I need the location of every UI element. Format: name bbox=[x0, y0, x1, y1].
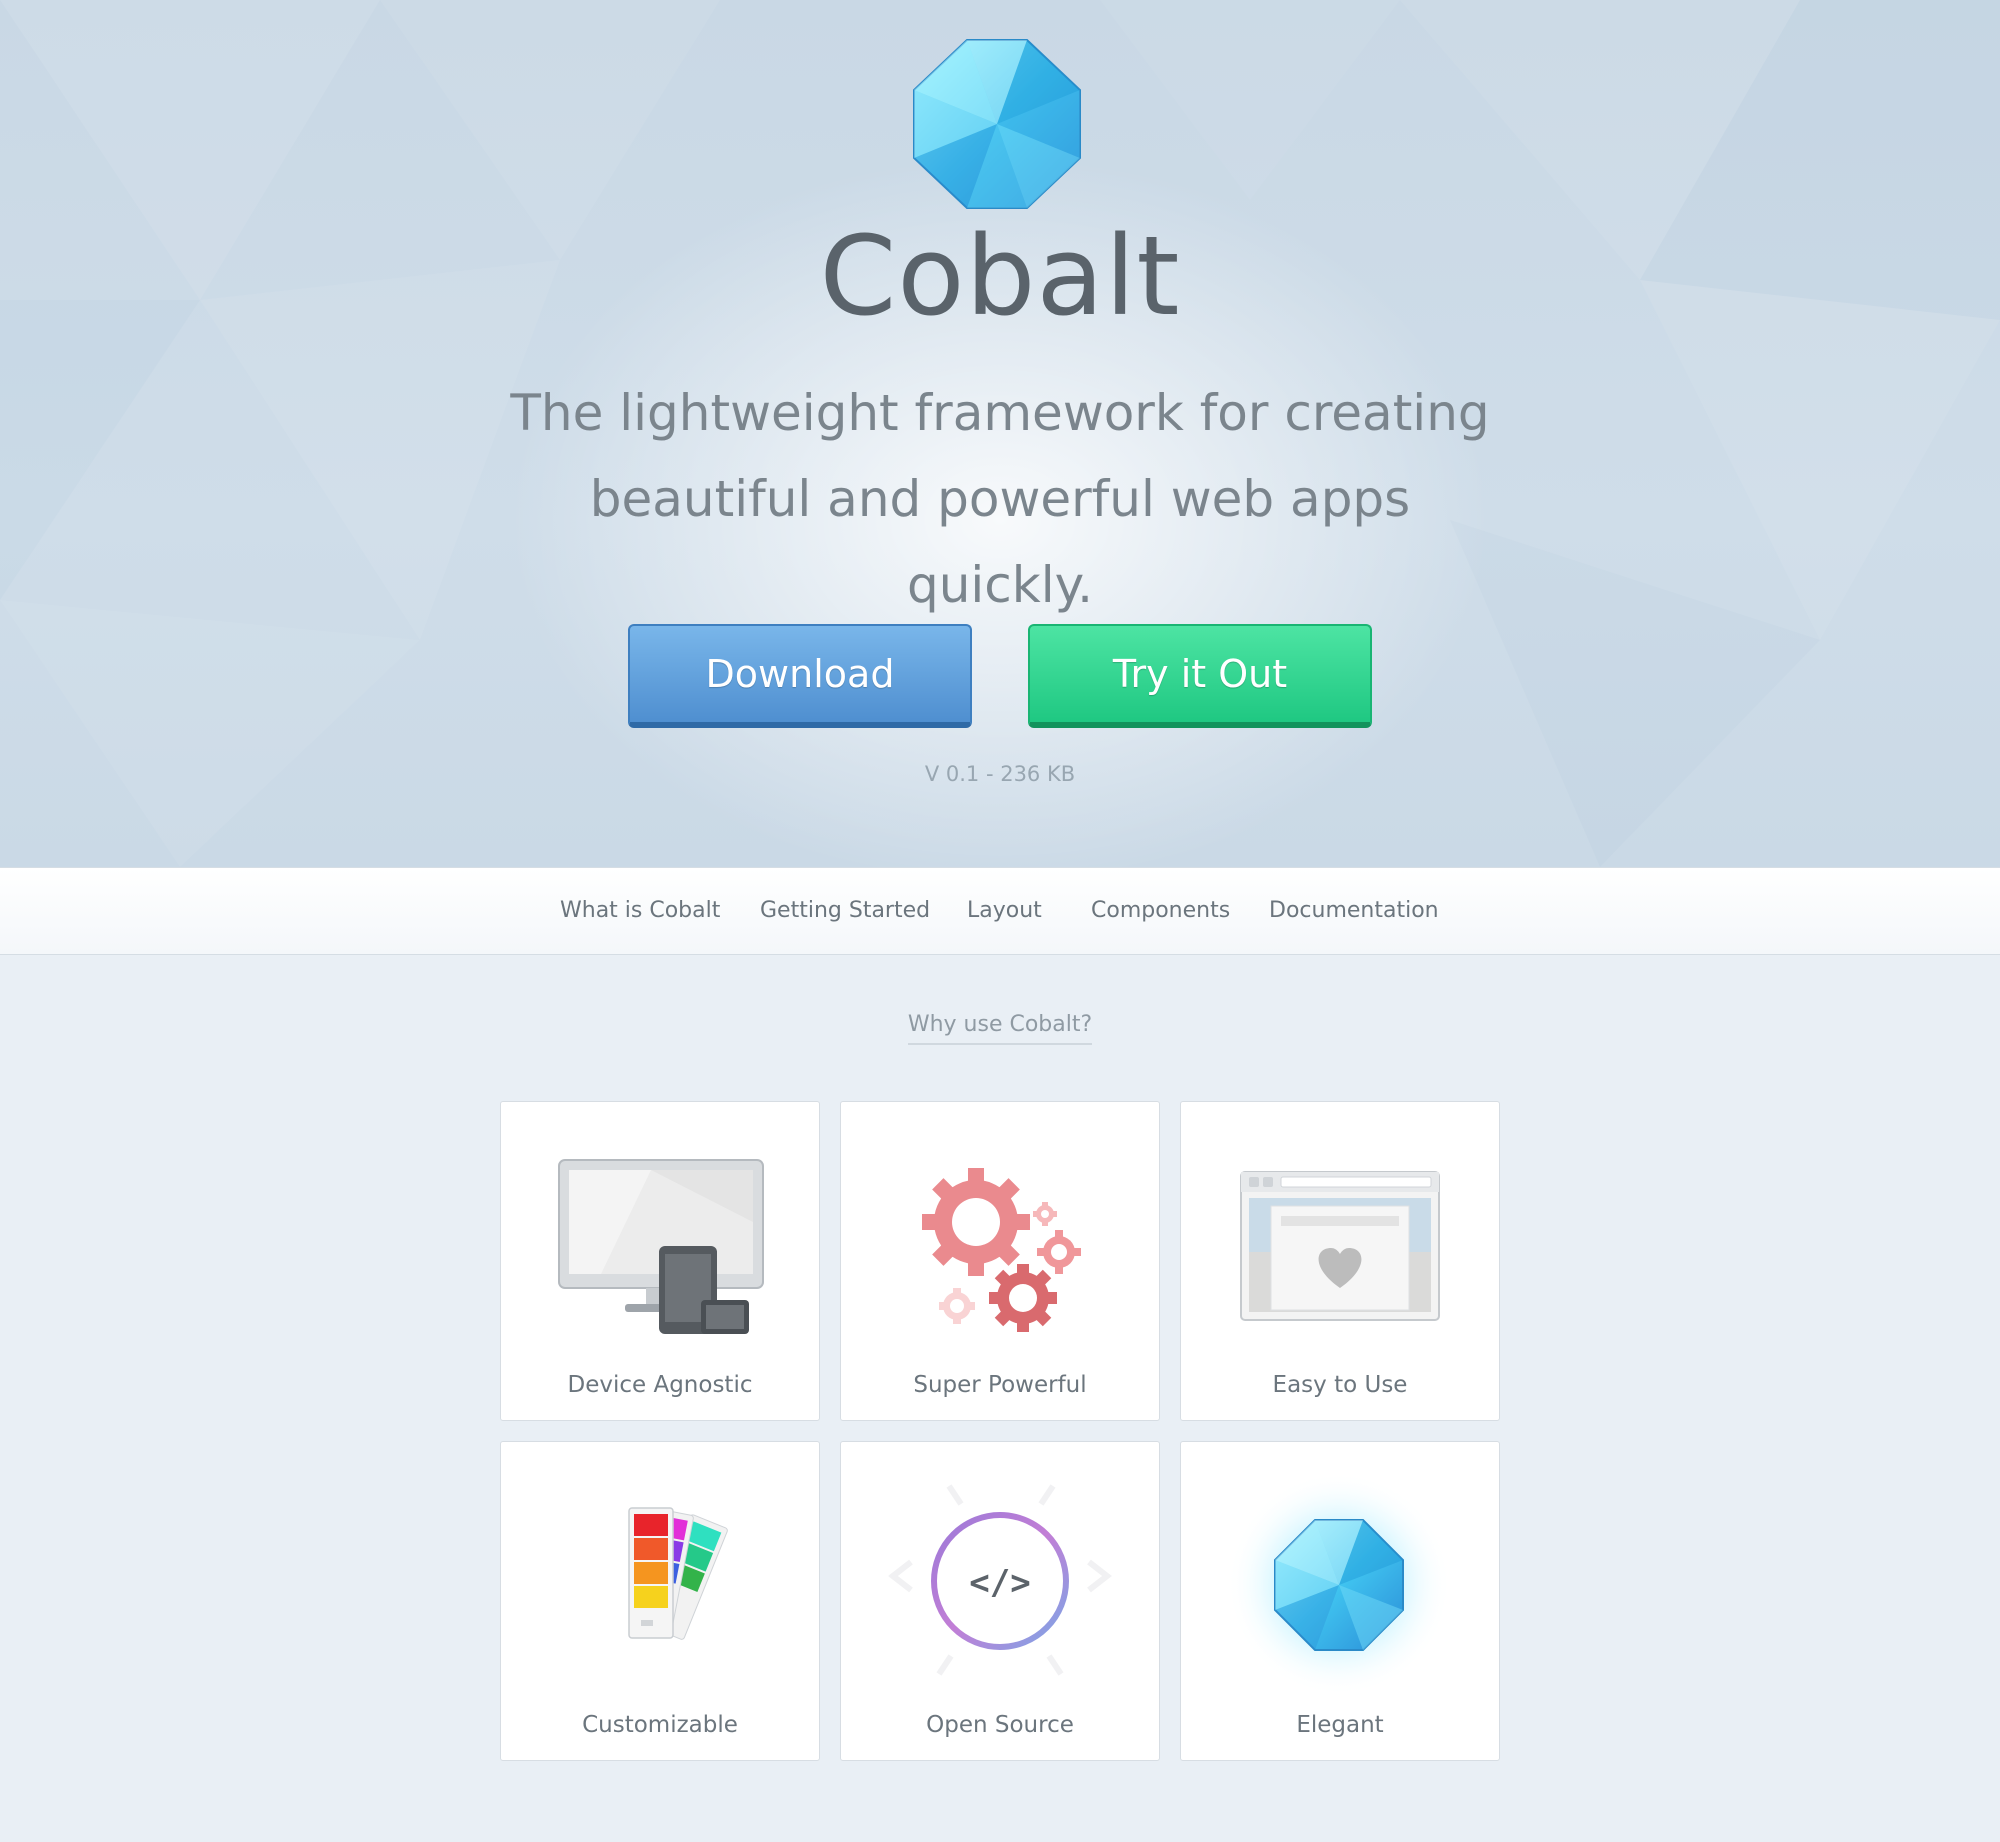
tagline-line-2: beautiful and powerful web apps quickly. bbox=[589, 470, 1411, 614]
feature-label: Customizable bbox=[582, 1712, 738, 1738]
feature-card-open-source: </> Open Source bbox=[840, 1441, 1160, 1761]
feature-card-easy-to-use: Easy to Use bbox=[1180, 1101, 1500, 1421]
main-nav: What is Cobalt Getting Started Layout Co… bbox=[0, 867, 2000, 955]
nav-item-components[interactable]: Components bbox=[1091, 898, 1230, 923]
nav-item-documentation[interactable]: Documentation bbox=[1269, 898, 1439, 923]
feature-label: Easy to Use bbox=[1272, 1372, 1408, 1398]
browser-heart-icon bbox=[1240, 1171, 1440, 1321]
feature-label: Super Powerful bbox=[913, 1372, 1087, 1398]
tagline: The lightweight framework for creating b… bbox=[500, 370, 1500, 628]
hero-section: Cobalt The lightweight framework for cre… bbox=[0, 0, 2000, 867]
nav-item-what-is-cobalt[interactable]: What is Cobalt bbox=[560, 898, 720, 923]
tagline-line-1: The lightweight framework for creating bbox=[510, 384, 1490, 442]
download-button[interactable]: Download bbox=[628, 624, 972, 728]
section-heading: Why use Cobalt? bbox=[0, 1012, 2000, 1045]
why-use-cobalt-heading: Why use Cobalt? bbox=[907, 1012, 1093, 1045]
feature-card-super-powerful: Super Powerful bbox=[840, 1101, 1160, 1421]
brand-title: Cobalt bbox=[819, 212, 1181, 340]
feature-card-elegant: Elegant bbox=[1180, 1441, 1500, 1761]
version-info: V 0.1 - 236 KB bbox=[924, 762, 1076, 786]
feature-label: Elegant bbox=[1296, 1712, 1384, 1738]
gears-icon bbox=[922, 1168, 1081, 1332]
svg-text:</>: </> bbox=[969, 1563, 1030, 1603]
feature-label: Open Source bbox=[926, 1712, 1074, 1738]
feature-card-device-agnostic: Device Agnostic bbox=[500, 1101, 820, 1421]
devices-icon bbox=[558, 1159, 764, 1334]
feature-label: Device Agnostic bbox=[567, 1372, 753, 1398]
color-swatches-icon bbox=[628, 1507, 728, 1640]
nav-item-layout[interactable]: Layout bbox=[967, 898, 1042, 923]
try-it-out-button[interactable]: Try it Out bbox=[1028, 624, 1372, 728]
nav-item-getting-started[interactable]: Getting Started bbox=[760, 898, 930, 923]
feature-card-customizable: Customizable bbox=[500, 1441, 820, 1761]
cobalt-gem-icon bbox=[913, 39, 1081, 209]
glowing-gem-icon bbox=[1227, 1472, 1451, 1696]
code-circle-icon: </> bbox=[888, 1484, 1112, 1676]
